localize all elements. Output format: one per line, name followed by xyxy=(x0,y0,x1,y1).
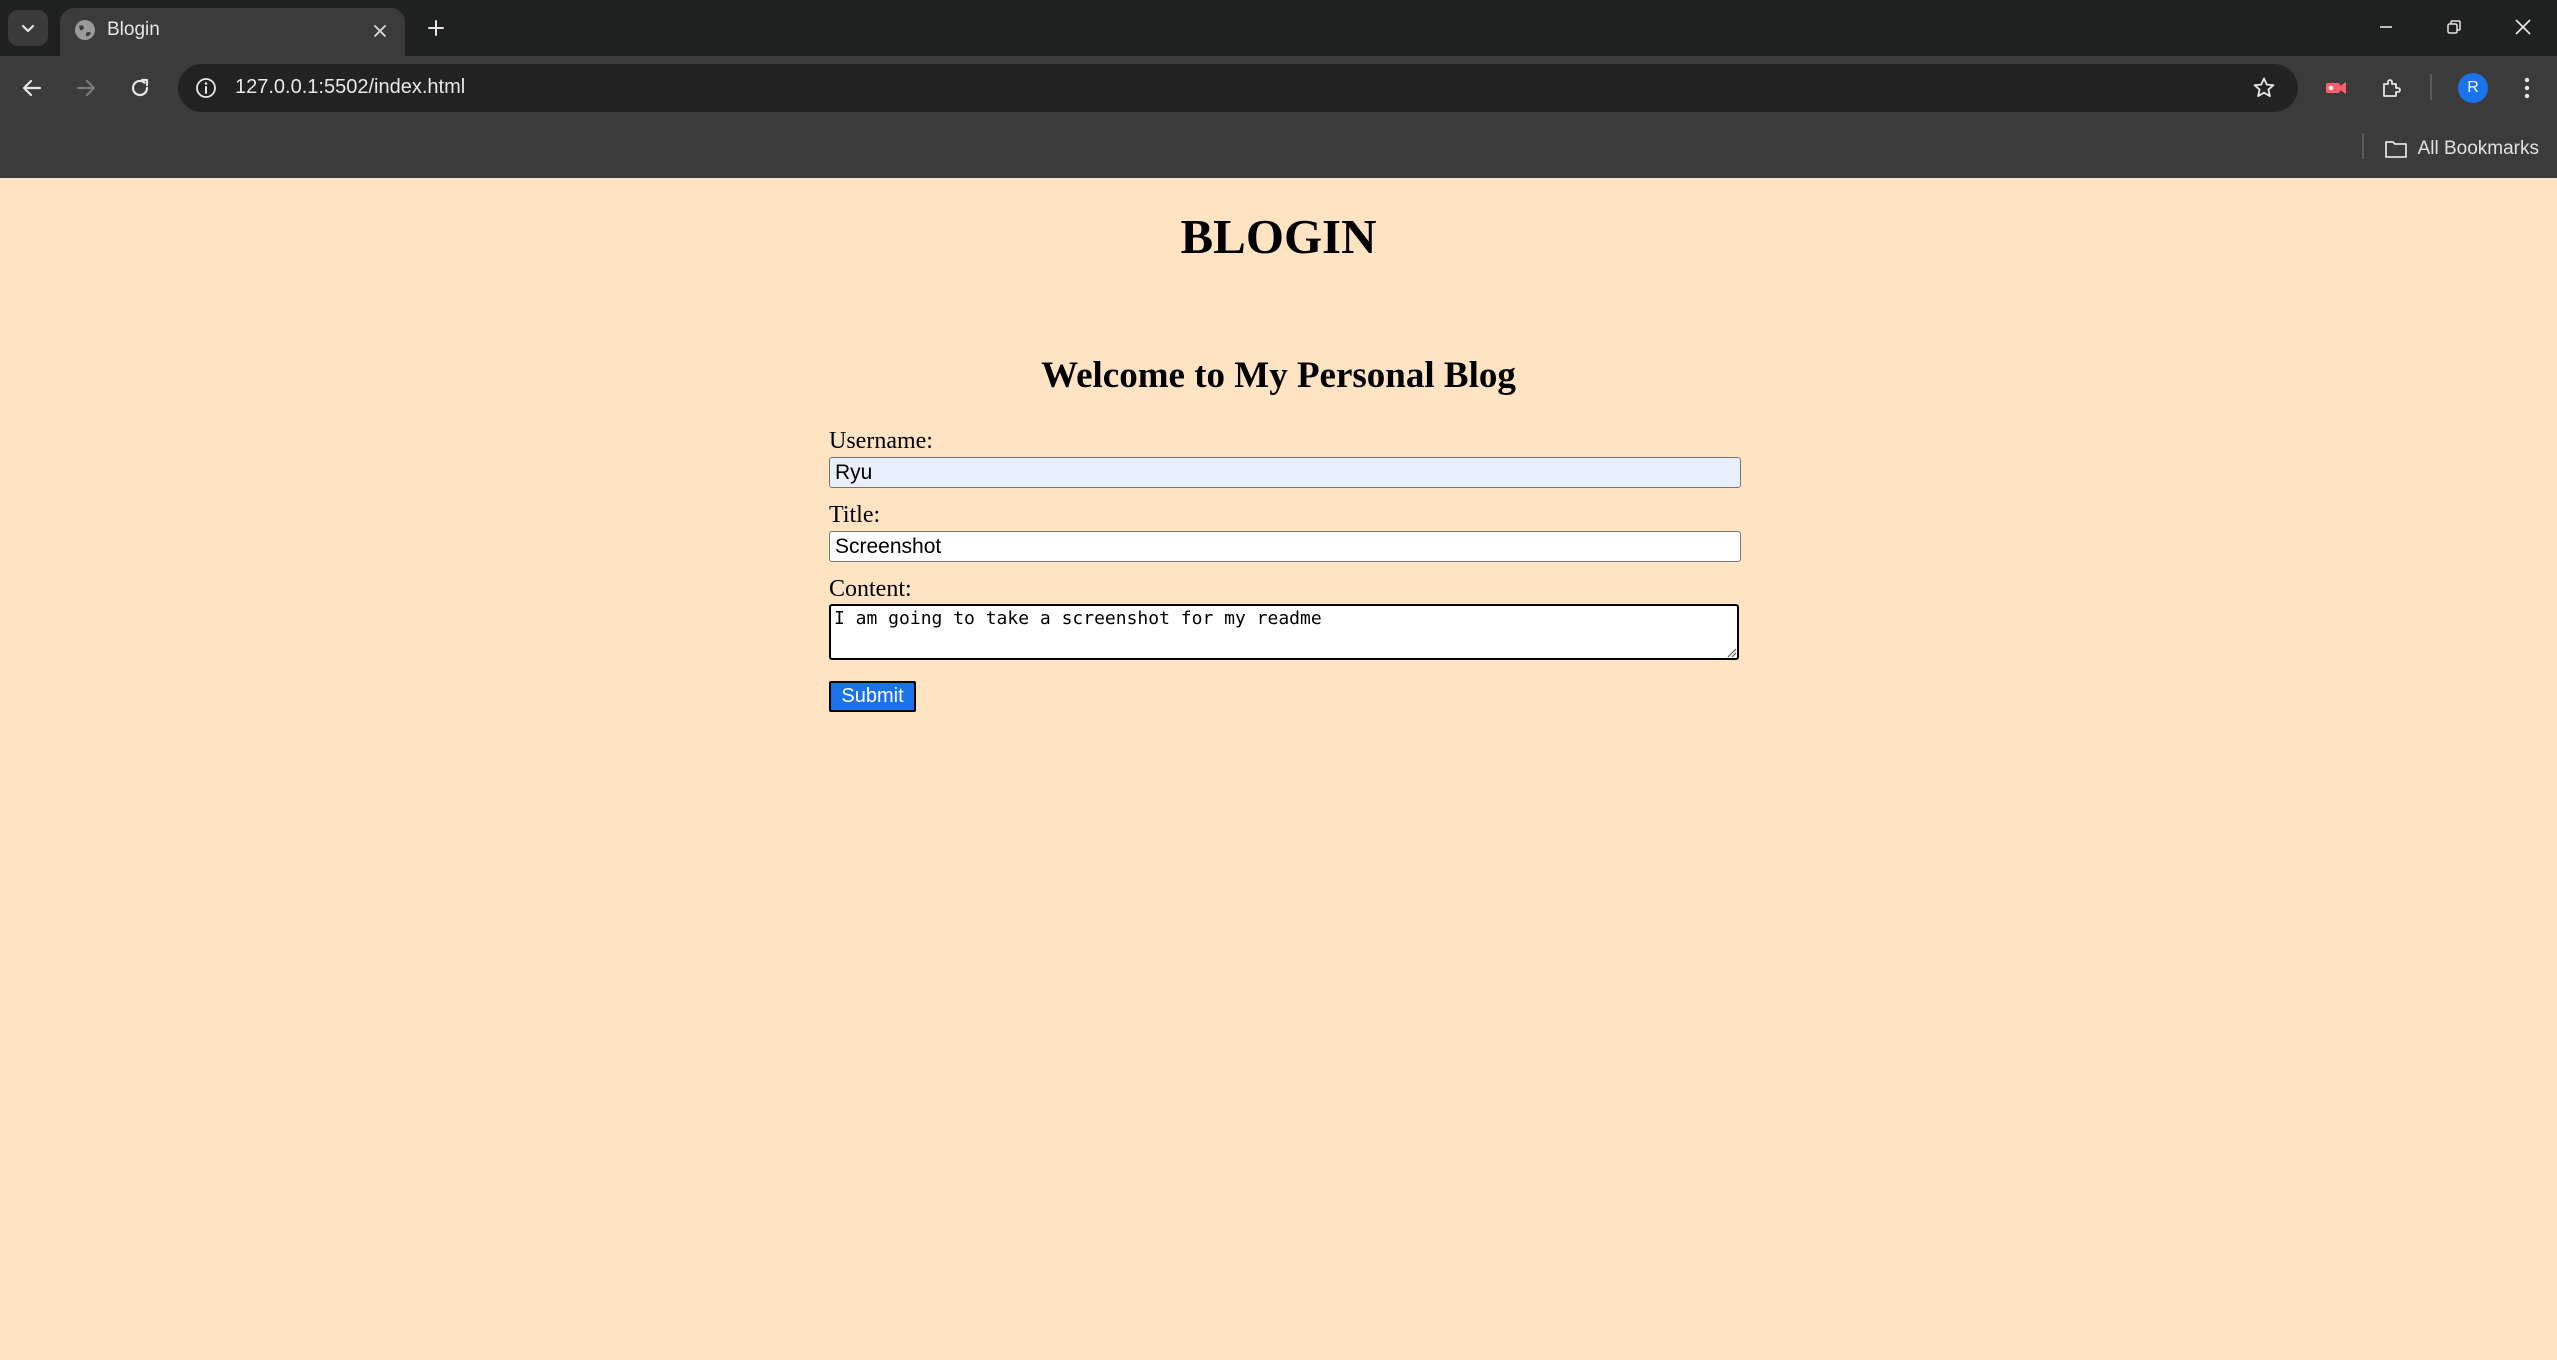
bookmarks-divider xyxy=(2362,133,2364,159)
address-bar[interactable]: 127.0.0.1:5502/index.html xyxy=(178,64,2298,112)
toolbar-divider xyxy=(2430,74,2432,100)
content-textarea[interactable]: I am going to take a screenshot for my r… xyxy=(829,604,1739,660)
folder-icon xyxy=(2384,141,2407,158)
info-icon xyxy=(196,78,216,98)
page-content: BLOGIN Welcome to My Personal Blog Usern… xyxy=(0,178,2557,1360)
title-input[interactable] xyxy=(829,531,1741,562)
all-bookmarks-label: All Bookmarks xyxy=(2417,138,2539,159)
reload-icon xyxy=(131,78,149,97)
globe-icon xyxy=(75,20,95,40)
kebab-menu-icon xyxy=(2524,77,2530,99)
back-arrow-icon xyxy=(22,79,42,97)
close-icon xyxy=(374,25,386,37)
tab-close-button[interactable] xyxy=(365,16,395,46)
forward-arrow-icon xyxy=(76,79,96,97)
minimize-button[interactable] xyxy=(2353,0,2419,54)
title-label: Title: xyxy=(829,502,881,528)
minimize-icon xyxy=(2380,26,2392,28)
record-icon xyxy=(2326,82,2346,94)
forward-button[interactable] xyxy=(64,66,108,110)
extensions-icon xyxy=(2383,79,2401,97)
record-extension-button[interactable] xyxy=(2314,66,2358,110)
close-window-button[interactable] xyxy=(2490,0,2556,54)
close-window-icon xyxy=(2515,19,2531,35)
all-bookmarks-button[interactable]: All Bookmarks xyxy=(2384,132,2539,166)
content-label: Content: xyxy=(829,576,912,602)
tab-strip: Blogin xyxy=(0,0,2557,56)
restore-button[interactable] xyxy=(2421,0,2487,54)
submit-button[interactable]: Submit xyxy=(829,681,916,712)
browser-tab[interactable]: Blogin xyxy=(60,8,405,56)
username-label: Username: xyxy=(829,428,933,454)
reload-button[interactable] xyxy=(118,66,162,110)
avatar: R xyxy=(2458,73,2488,103)
bookmarks-bar: All Bookmarks xyxy=(0,120,2557,178)
browser-menu-button[interactable] xyxy=(2505,66,2549,110)
new-tab-button[interactable] xyxy=(418,10,454,46)
username-input[interactable] xyxy=(829,457,1741,488)
site-info-button[interactable] xyxy=(190,72,222,104)
tab-search-button[interactable] xyxy=(8,10,48,46)
url-text[interactable]: 127.0.0.1:5502/index.html xyxy=(235,76,465,99)
extensions-button[interactable] xyxy=(2370,66,2414,110)
restore-icon xyxy=(2447,20,2461,34)
browser-toolbar: 127.0.0.1:5502/index.html R xyxy=(0,56,2557,120)
bookmark-star-button[interactable] xyxy=(2248,72,2280,104)
site-title: BLOGIN xyxy=(1180,209,1377,264)
tab-search-icon xyxy=(21,24,35,33)
profile-button[interactable]: R xyxy=(2451,66,2495,110)
plus-icon xyxy=(428,20,444,36)
tab-title: Blogin xyxy=(107,19,160,40)
back-button[interactable] xyxy=(10,66,54,110)
page-heading: Welcome to My Personal Blog xyxy=(1041,355,1516,396)
star-icon xyxy=(2253,77,2275,97)
resize-grip-icon[interactable] xyxy=(1725,646,1737,658)
